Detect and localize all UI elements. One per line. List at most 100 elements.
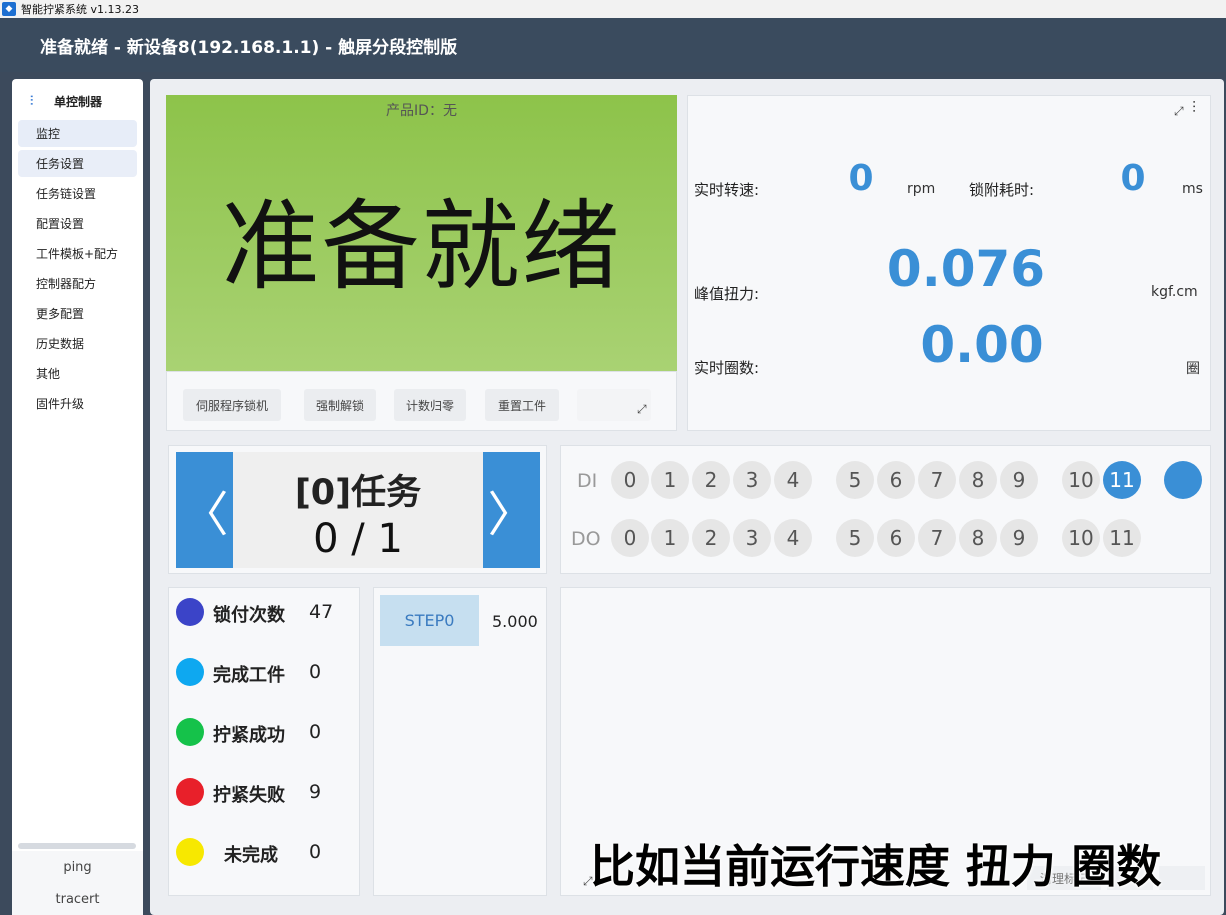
- sidebar-item-label: 工件模板+配方: [36, 247, 119, 261]
- stat-color-dot: [176, 778, 204, 806]
- turns-value: 0.00: [920, 316, 1044, 374]
- task-progress: 0 / 1: [313, 516, 403, 562]
- sidebar-item-label: 历史数据: [36, 337, 85, 351]
- di-11[interactable]: 11: [1103, 461, 1141, 499]
- window-titlebar: ◆ 智能拧紧系统 v1.13.23: [0, 0, 1226, 18]
- video-subtitle: 比如当前运行速度 扭力 圈数: [590, 840, 1162, 893]
- header-title: 准备就绪 - 新设备8(192.168.1.1) - 触屏分段控制版: [40, 37, 458, 58]
- sidebar: ⫶ 单控制器 监控 任务设置 任务链设置 配置设置 工件模板+配方 控制器配方 …: [12, 79, 143, 915]
- status-display: 产品ID：无 准备就绪: [166, 95, 677, 371]
- reset-workpiece-label: 重置工件: [497, 398, 546, 413]
- connection-indicator: [1164, 461, 1202, 499]
- sidebar-item-firmware[interactable]: 固件升级: [18, 390, 137, 417]
- speed-label: 实时转速:: [694, 181, 760, 199]
- chevron-right-icon: 〉: [487, 487, 536, 543]
- speed-value: 0: [848, 158, 874, 199]
- di-5[interactable]: 5: [836, 461, 874, 499]
- servo-lock-label: 伺服程序锁机: [195, 398, 268, 413]
- di-8[interactable]: 8: [959, 461, 997, 499]
- sidebar-item-monitor[interactable]: 监控: [18, 120, 137, 147]
- sliders-icon: ⫶: [30, 93, 34, 109]
- sidebar-item-label: 监控: [36, 127, 61, 141]
- sidebar-item-task-chain[interactable]: 任务链设置: [18, 180, 137, 207]
- sidebar-item-controller-recipe[interactable]: 控制器配方: [18, 270, 137, 297]
- peak-torque-value: 0.076: [886, 240, 1046, 298]
- sidebar-item-label: 其他: [36, 367, 61, 381]
- app-header: 准备就绪 - 新设备8(192.168.1.1) - 触屏分段控制版: [0, 18, 1226, 72]
- peak-torque-unit: kgf.cm: [1151, 284, 1198, 300]
- stat-color-dot: [176, 718, 204, 746]
- do-5[interactable]: 5: [836, 519, 874, 557]
- expand-icon[interactable]: ⤢: [637, 402, 647, 417]
- sidebar-heading: ⫶ 单控制器: [12, 79, 143, 120]
- di-7[interactable]: 7: [918, 461, 956, 499]
- do-4[interactable]: 4: [774, 519, 812, 557]
- force-unlock-button[interactable]: 强制解锁: [304, 389, 376, 421]
- sidebar-item-label: 任务链设置: [36, 187, 97, 201]
- do-10[interactable]: 10: [1062, 519, 1100, 557]
- turns-unit: 圈: [1186, 361, 1200, 377]
- do-9[interactable]: 9: [1000, 519, 1038, 557]
- lock-time-unit: ms: [1182, 181, 1203, 197]
- servo-lock-button[interactable]: 伺服程序锁机: [183, 389, 281, 421]
- di-1[interactable]: 1: [651, 461, 689, 499]
- sidebar-item-task-settings[interactable]: 任务设置: [18, 150, 137, 177]
- ping-button[interactable]: ping: [12, 851, 143, 883]
- sidebar-item-label: 任务设置: [36, 157, 85, 171]
- sliders-icon[interactable]: ⫶: [1192, 98, 1196, 118]
- di-9[interactable]: 9: [1000, 461, 1038, 499]
- stat-color-dot: [176, 658, 204, 686]
- di-3[interactable]: 3: [733, 461, 771, 499]
- do-3[interactable]: 3: [733, 519, 771, 557]
- sidebar-item-label: 控制器配方: [36, 277, 97, 291]
- sidebar-heading-label: 单控制器: [54, 95, 103, 109]
- di-4[interactable]: 4: [774, 461, 812, 499]
- stat-row: 拧紧成功 0: [169, 712, 359, 752]
- count-reset-button[interactable]: 计数归零: [394, 389, 466, 421]
- stat-row: 拧紧失败 9: [169, 772, 359, 812]
- stat-label: 拧紧成功: [213, 725, 285, 746]
- do-6[interactable]: 6: [877, 519, 915, 557]
- di-10[interactable]: 10: [1062, 461, 1100, 499]
- do-8[interactable]: 8: [959, 519, 997, 557]
- stat-color-dot: [176, 598, 204, 626]
- di-6[interactable]: 6: [877, 461, 915, 499]
- stat-label: 未完成: [224, 845, 278, 866]
- metrics-panel: ⤢ ⫶ 实时转速: 0 rpm 锁附耗时: 0 ms 峰值扭力: 0.076 k…: [687, 95, 1211, 431]
- status-text: 准备就绪: [221, 190, 622, 304]
- stat-value: 0: [309, 661, 322, 683]
- task-display: [0]任务 0 / 1: [233, 452, 483, 568]
- sidebar-item-history[interactable]: 历史数据: [18, 330, 137, 357]
- stat-color-dot: [176, 838, 204, 866]
- reset-workpiece-button[interactable]: 重置工件: [485, 389, 559, 421]
- lock-time-label: 锁附耗时:: [969, 181, 1035, 199]
- task-panel: 〈 [0]任务 0 / 1 〉: [168, 445, 547, 574]
- sidebar-item-label: 配置设置: [36, 217, 85, 231]
- do-0[interactable]: 0: [611, 519, 649, 557]
- lock-time-value: 0: [1120, 158, 1146, 199]
- speed-unit: rpm: [907, 181, 936, 197]
- stat-value: 47: [309, 601, 334, 623]
- sidebar-item-config[interactable]: 配置设置: [18, 210, 137, 237]
- window-title: 智能拧紧系统 v1.13.23: [21, 3, 139, 16]
- step-chip[interactable]: STEP0: [380, 595, 479, 646]
- sidebar-item-label: 固件升级: [36, 397, 85, 411]
- next-task-button[interactable]: 〉: [483, 452, 540, 568]
- di-2[interactable]: 2: [692, 461, 730, 499]
- tracert-button[interactable]: tracert: [12, 883, 143, 915]
- sidebar-item-other[interactable]: 其他: [18, 360, 137, 387]
- step-value: 5.000: [492, 612, 538, 631]
- do-2[interactable]: 2: [692, 519, 730, 557]
- action-bar: 伺服程序锁机 强制解锁 计数归零 重置工件 ⤢: [166, 371, 677, 431]
- sidebar-item-more-config[interactable]: 更多配置: [18, 300, 137, 327]
- prev-task-button[interactable]: 〈: [176, 452, 233, 568]
- app-icon: ◆: [2, 2, 16, 16]
- do-11[interactable]: 11: [1103, 519, 1141, 557]
- do-7[interactable]: 7: [918, 519, 956, 557]
- sidebar-scrollbar[interactable]: [18, 843, 136, 849]
- stat-label: 锁付次数: [213, 605, 285, 626]
- do-1[interactable]: 1: [651, 519, 689, 557]
- sidebar-item-workpiece-template[interactable]: 工件模板+配方: [18, 240, 137, 267]
- expand-icon[interactable]: ⤢: [1174, 104, 1184, 119]
- di-0[interactable]: 0: [611, 461, 649, 499]
